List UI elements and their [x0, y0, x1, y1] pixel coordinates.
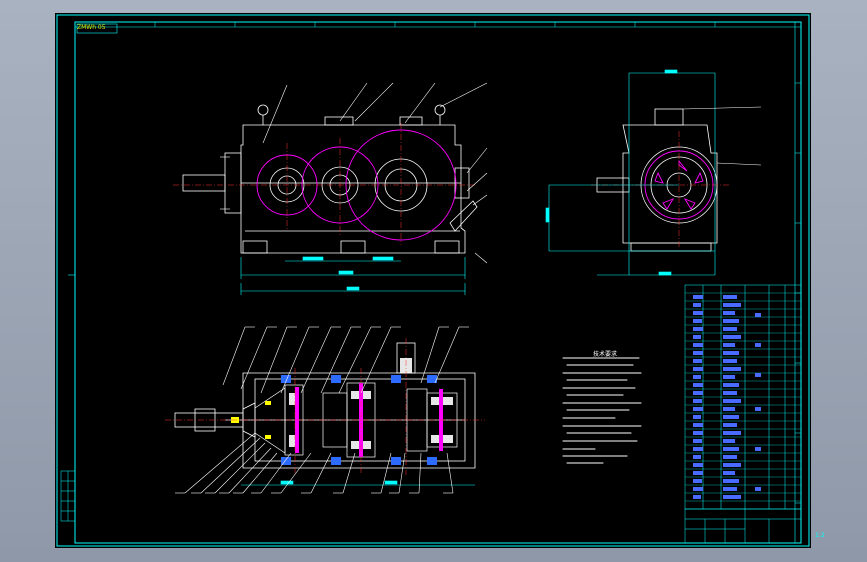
title-block — [684, 508, 802, 544]
lifting-eye-right — [434, 104, 446, 116]
parts-list — [684, 284, 802, 510]
zone-ticks — [154, 22, 801, 504]
side-housing — [622, 124, 718, 244]
revision-block — [60, 470, 76, 522]
front-view — [173, 82, 488, 295]
drawing-canvas — [56, 14, 810, 547]
drawing-code-tag: ZMWh 05 — [77, 24, 106, 31]
cad-viewer: ZMWh 05 技术要求 1:2 — [0, 0, 867, 562]
inner-frame — [74, 21, 802, 544]
housing-outline — [240, 124, 466, 254]
notes-title: 技术要求 — [593, 351, 618, 358]
scale-value: 1:2 — [815, 532, 825, 539]
lifting-eye-left — [257, 104, 269, 116]
technical-notes — [562, 357, 642, 464]
bolt-icon — [265, 401, 271, 405]
drawing-sheet[interactable]: ZMWh 05 技术要求 1:2 — [55, 13, 825, 548]
side-view — [545, 69, 762, 276]
section-view — [165, 326, 485, 494]
